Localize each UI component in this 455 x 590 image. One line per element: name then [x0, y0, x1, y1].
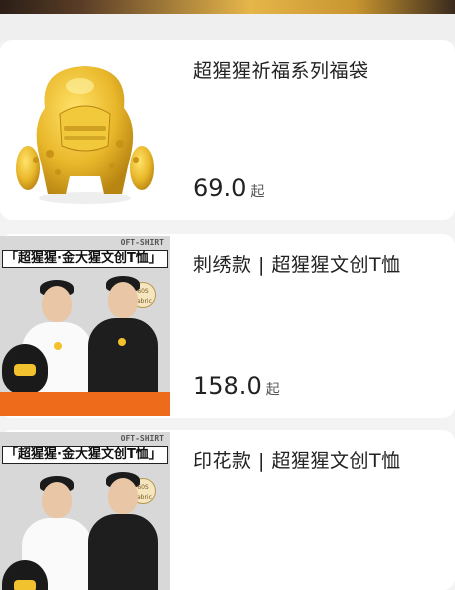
product-title[interactable]: 印花款 | 超猩猩文创T恤	[193, 448, 437, 474]
poster-bottom-bar	[0, 392, 170, 416]
price-value: 158.0	[193, 372, 262, 400]
top-banner-image	[0, 0, 455, 14]
product-title[interactable]: 刺绣款 | 超猩猩文创T恤	[193, 252, 437, 278]
gold-gorilla-figure-icon	[16, 66, 154, 204]
product-card-embroidered-tshirt[interactable]: OFT-SHIRT 「超猩猩·金大猩文创T恤」 60S Fabric 刺绣款 |…	[0, 234, 455, 418]
price-value: 69.0	[193, 174, 247, 202]
poster-tag: OFT-SHIRT	[120, 238, 164, 247]
top-divider	[0, 14, 455, 42]
poster-tag: OFT-SHIRT	[120, 434, 164, 443]
model-black-shirt	[88, 276, 158, 398]
gorilla-mascot-icon	[2, 344, 48, 394]
poster-headline: 「超猩猩·金大猩文创T恤」	[2, 446, 168, 464]
product-image-gold-gorilla	[0, 48, 170, 212]
poster-headline: 「超猩猩·金大猩文创T恤」	[2, 250, 168, 268]
product-title[interactable]: 超猩猩祈福系列福袋	[193, 58, 437, 84]
product-card-lucky-bag[interactable]: 超猩猩祈福系列福袋 69.0 起	[0, 40, 455, 220]
product-image-tshirt-poster: OFT-SHIRT 「超猩猩·金大猩文创T恤」 60S Fabric	[0, 236, 170, 416]
product-price: 158.0 起	[193, 372, 280, 400]
price-suffix: 起	[265, 382, 280, 398]
product-price: 69.0 起	[193, 174, 264, 202]
price-suffix: 起	[250, 184, 265, 200]
product-card-printed-tshirt[interactable]: OFT-SHIRT 「超猩猩·金大猩文创T恤」 60S Fabric 印花款 |…	[0, 430, 455, 590]
product-image-tshirt-poster: OFT-SHIRT 「超猩猩·金大猩文创T恤」 60S Fabric	[0, 432, 170, 590]
model-black-shirt	[88, 472, 158, 590]
